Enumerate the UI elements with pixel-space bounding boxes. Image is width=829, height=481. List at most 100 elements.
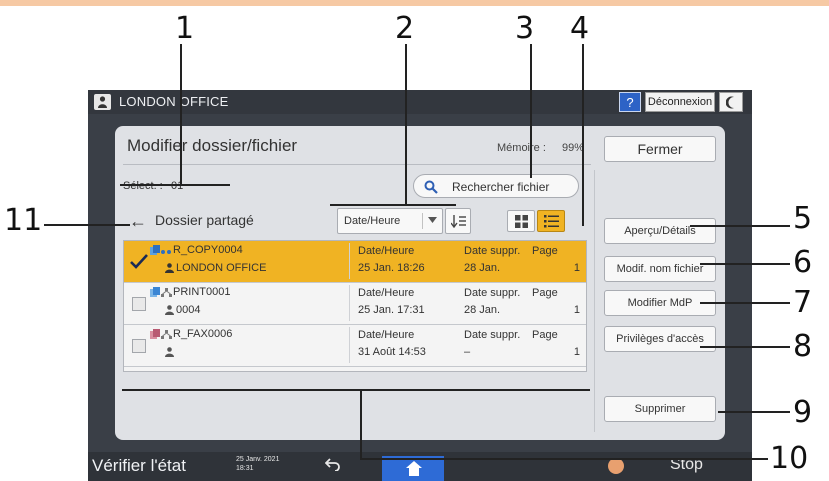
callout-7: 7	[793, 285, 813, 320]
date-label: Date/Heure	[358, 329, 415, 341]
date-label: Date/Heure	[358, 287, 415, 299]
leader-line-5	[690, 225, 790, 227]
selected-count-label: Sélect. :	[123, 180, 163, 192]
callout-5: 5	[793, 201, 813, 236]
list-item[interactable]: PRINT0001 0004 Date/Heure 25 Jan. 17:31 …	[124, 283, 586, 325]
leader-line-1	[180, 44, 182, 184]
print-document-icon	[150, 287, 160, 297]
leader-line-7	[700, 302, 790, 304]
date-line: 25 Janv. 2021	[236, 456, 280, 463]
page-label: Page	[532, 329, 558, 341]
grid-icon	[515, 215, 528, 228]
delete-date-value: 28 Jan.	[464, 304, 501, 316]
leader-bracket-2	[330, 204, 456, 206]
callout-4: 4	[570, 11, 590, 46]
device-screen: LONDON OFFICE ? Déconnexion Modifier dos…	[88, 90, 752, 481]
delete-button[interactable]: Supprimer	[604, 396, 716, 422]
callout-9: 9	[793, 395, 813, 430]
search-icon	[424, 180, 438, 194]
list-view-button[interactable]	[537, 210, 565, 232]
leader-line-10	[360, 458, 768, 460]
thumbnail-view-button[interactable]	[507, 210, 535, 232]
bottom-bar: Vérifier l'état 25 Janv. 2021 18:31 Stop	[88, 452, 752, 481]
file-name: R_COPY0004	[173, 244, 243, 256]
leader-line-11	[44, 224, 130, 226]
leader-bracket-10	[122, 389, 590, 391]
row-separator	[349, 285, 350, 321]
date-value: 25 Jan. 17:31	[358, 304, 425, 316]
callout-11: 11	[4, 203, 43, 238]
row-checkbox[interactable]	[132, 339, 146, 353]
owner-icon	[165, 305, 174, 315]
delete-date-label: Date suppr.	[464, 245, 521, 257]
sort-descending-icon	[451, 215, 466, 228]
search-file-button[interactable]: Rechercher fichier	[413, 174, 579, 198]
page-count: 1	[573, 262, 580, 274]
night-mode-button[interactable]	[719, 92, 743, 112]
date-value: 31 Août 14:53	[358, 346, 426, 358]
back-arrow-icon[interactable]: ←	[129, 212, 147, 230]
office-name: LONDON OFFICE	[119, 94, 229, 109]
rename-file-button[interactable]: Modif. nom fichier	[604, 256, 716, 282]
row-checkbox[interactable]	[130, 254, 148, 269]
leader-line-6	[700, 263, 790, 265]
page-title: Modifier dossier/fichier	[127, 136, 298, 155]
moon-icon	[726, 96, 734, 109]
sort-field-value: Date/Heure	[344, 215, 401, 227]
list-item[interactable]: R_COPY0004 LONDON OFFICE Date/Heure 25 J…	[124, 241, 586, 283]
memory-value: 99%	[562, 142, 585, 154]
user-icon	[94, 94, 111, 110]
callout-2: 2	[395, 11, 415, 46]
side-divider	[594, 170, 595, 432]
list-item[interactable]: R_FAX0006 Date/Heure 31 Août 14:53 Date …	[124, 325, 586, 367]
file-list: R_COPY0004 LONDON OFFICE Date/Heure 25 J…	[123, 240, 587, 372]
search-file-label: Rechercher fichier	[452, 180, 550, 194]
memory-label: Mémoire :	[497, 142, 546, 154]
folder-name: Dossier partagé	[155, 212, 254, 228]
top-banner	[0, 0, 829, 6]
page-label: Page	[532, 245, 558, 257]
home-icon	[406, 461, 422, 476]
network-icon	[161, 288, 172, 297]
fax-document-icon	[150, 329, 160, 339]
help-button[interactable]: ?	[619, 92, 641, 112]
logout-button[interactable]: Déconnexion	[645, 92, 715, 112]
shared-icon	[161, 250, 171, 254]
callout-6: 6	[793, 245, 813, 280]
file-name: PRINT0001	[173, 286, 231, 298]
list-icon	[544, 215, 559, 228]
owner-icon	[165, 347, 174, 357]
chevron-down-icon	[428, 217, 437, 223]
back-button[interactable]	[324, 458, 341, 476]
checkmark-icon	[130, 254, 148, 269]
row-separator	[349, 243, 350, 279]
back-icon	[324, 458, 340, 472]
leader-line-10-vertical	[360, 390, 362, 460]
check-status-button[interactable]: Vérifier l'état	[92, 456, 186, 476]
sort-order-button[interactable]	[445, 208, 471, 234]
screen-header: LONDON OFFICE ? Déconnexion	[88, 90, 752, 114]
callout-1: 1	[175, 11, 195, 46]
stop-icon	[608, 458, 624, 474]
network-icon	[161, 330, 172, 339]
row-checkbox[interactable]	[132, 297, 146, 311]
copy-document-icon	[150, 245, 160, 255]
leader-line-4	[582, 44, 584, 226]
modify-folder-panel: Modifier dossier/fichier Mémoire : 99% F…	[115, 126, 725, 440]
leader-line-8	[700, 346, 790, 348]
close-button[interactable]: Fermer	[604, 136, 716, 162]
leader-line-2	[405, 44, 407, 204]
leader-line-9	[718, 411, 790, 413]
page-count: 1	[573, 346, 580, 358]
preview-details-button[interactable]: Aperçu/Détails	[604, 218, 716, 244]
title-divider	[123, 164, 591, 165]
page-label: Page	[532, 287, 558, 299]
delete-date-value: 28 Jan.	[464, 262, 501, 274]
date-label: Date/Heure	[358, 245, 415, 257]
sort-field-select[interactable]: Date/Heure	[337, 208, 443, 234]
access-privileges-button[interactable]: Privilèges d'accès	[604, 326, 716, 352]
dropdown-divider	[422, 213, 423, 229]
file-owner: 0004	[176, 304, 201, 316]
page-count: 1	[573, 304, 580, 316]
time-line: 18:31	[236, 465, 254, 472]
